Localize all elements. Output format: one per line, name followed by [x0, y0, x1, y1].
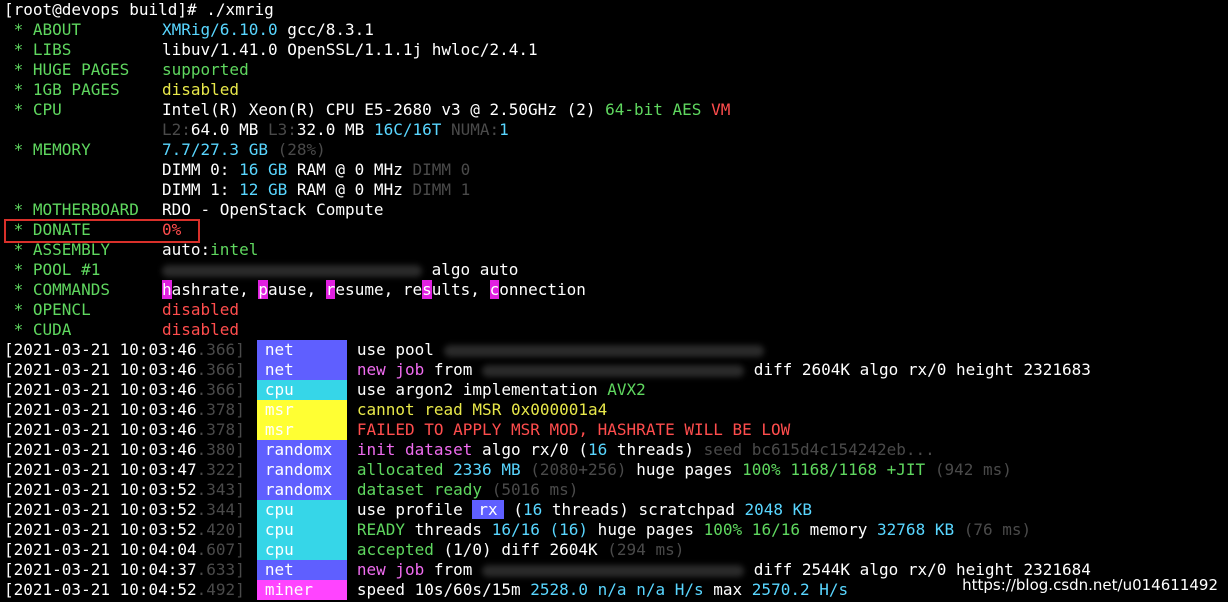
info-about: * ABOUT XMRig/6.10.0 gcc/8.3.1	[4, 20, 374, 39]
info-pool: * POOL #1 algo auto	[4, 260, 519, 279]
log-line: [2021-03-21 10:03:46.366] cpu use argon2 i…	[4, 380, 646, 400]
info-opencl: * OPENCL disabled	[4, 300, 240, 319]
info-commands: * COMMANDS hashrate, pause, resume, resul…	[4, 280, 586, 299]
log-line: [2021-03-21 10:04:37.633] net new job from…	[4, 560, 1091, 580]
info-cuda: * CUDA disabled	[4, 320, 240, 339]
log-line: [2021-03-21 10:03:52.344] cpu use profile …	[4, 500, 812, 520]
terminal-window[interactable]: [root@devops build]# ./xmrig * ABOUT XMRi…	[0, 0, 1228, 602]
log-line: [2021-03-21 10:04:52.492] miner speed 10s/…	[4, 580, 849, 600]
log-line: [2021-03-21 10:04:04.607] cpu accepted (1/…	[4, 540, 685, 560]
log-line: [2021-03-21 10:03:46.366] net new job from…	[4, 360, 1091, 380]
info-assembly: * ASSEMBLY auto:intel	[4, 240, 259, 259]
info-huge-pages: * HUGE PAGES supported	[4, 60, 249, 79]
log-line: [2021-03-21 10:03:46.378] msr FAILED TO AP…	[4, 420, 791, 440]
log-line: [2021-03-21 10:03:46.380] randomx init dat…	[4, 440, 935, 460]
donate-highlight-box	[4, 219, 200, 243]
info-motherboard: * MOTHERBOARD RDO - OpenStack Compute	[4, 200, 384, 219]
shell-prompt: [root@devops build]# ./xmrig	[4, 0, 274, 19]
log-line: [2021-03-21 10:03:47.322] randomx allocate…	[4, 460, 1012, 480]
log-line: [2021-03-21 10:03:52.343] randomx dataset …	[4, 480, 579, 500]
log-line: [2021-03-21 10:03:52.420] cpu READY thread…	[4, 520, 1032, 540]
info-1gb-pages: * 1GB PAGES disabled	[4, 80, 240, 99]
info-libs: * LIBS libuv/1.41.0 OpenSSL/1.1.1j hwloc/…	[4, 40, 538, 59]
info-memory: * MEMORY 7.7/27.3 GB (28%)	[4, 140, 326, 159]
watermark: https://blog.csdn.net/u014611492	[962, 576, 1218, 594]
log-line: [2021-03-21 10:03:46.378] msr cannot read …	[4, 400, 608, 420]
log-line: [2021-03-21 10:03:46.366] net use pool	[4, 340, 764, 360]
info-cpu: * CPU Intel(R) Xeon(R) CPU E5-2680 v3 @ 2…	[4, 100, 731, 119]
